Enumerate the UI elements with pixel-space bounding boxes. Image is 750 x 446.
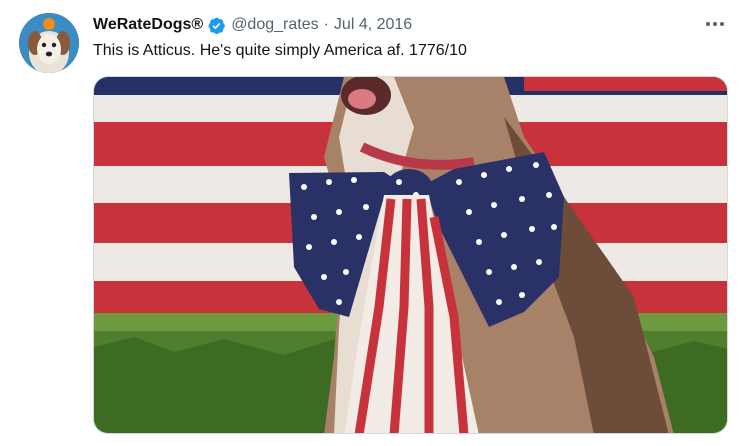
avatar[interactable] bbox=[19, 13, 79, 73]
dog-avatar-image bbox=[19, 13, 79, 73]
separator-dot: · bbox=[323, 16, 329, 33]
verified-badge-icon bbox=[207, 16, 226, 35]
tweet-header: WeRateDogs® @dog_rates · Jul 4, 2016 bbox=[93, 14, 412, 36]
tweet-date[interactable]: Jul 4, 2016 bbox=[334, 16, 412, 34]
dog-flag-photo bbox=[94, 77, 727, 433]
tweet[interactable]: WeRateDogs® @dog_rates · Jul 4, 2016 Thi… bbox=[0, 0, 750, 446]
display-name[interactable]: WeRateDogs® bbox=[93, 16, 203, 34]
more-options-icon[interactable] bbox=[703, 14, 727, 34]
user-handle[interactable]: @dog_rates bbox=[231, 16, 318, 34]
tweet-text: This is Atticus. He's quite simply Ameri… bbox=[93, 42, 467, 59]
tweet-photo[interactable] bbox=[93, 76, 728, 434]
